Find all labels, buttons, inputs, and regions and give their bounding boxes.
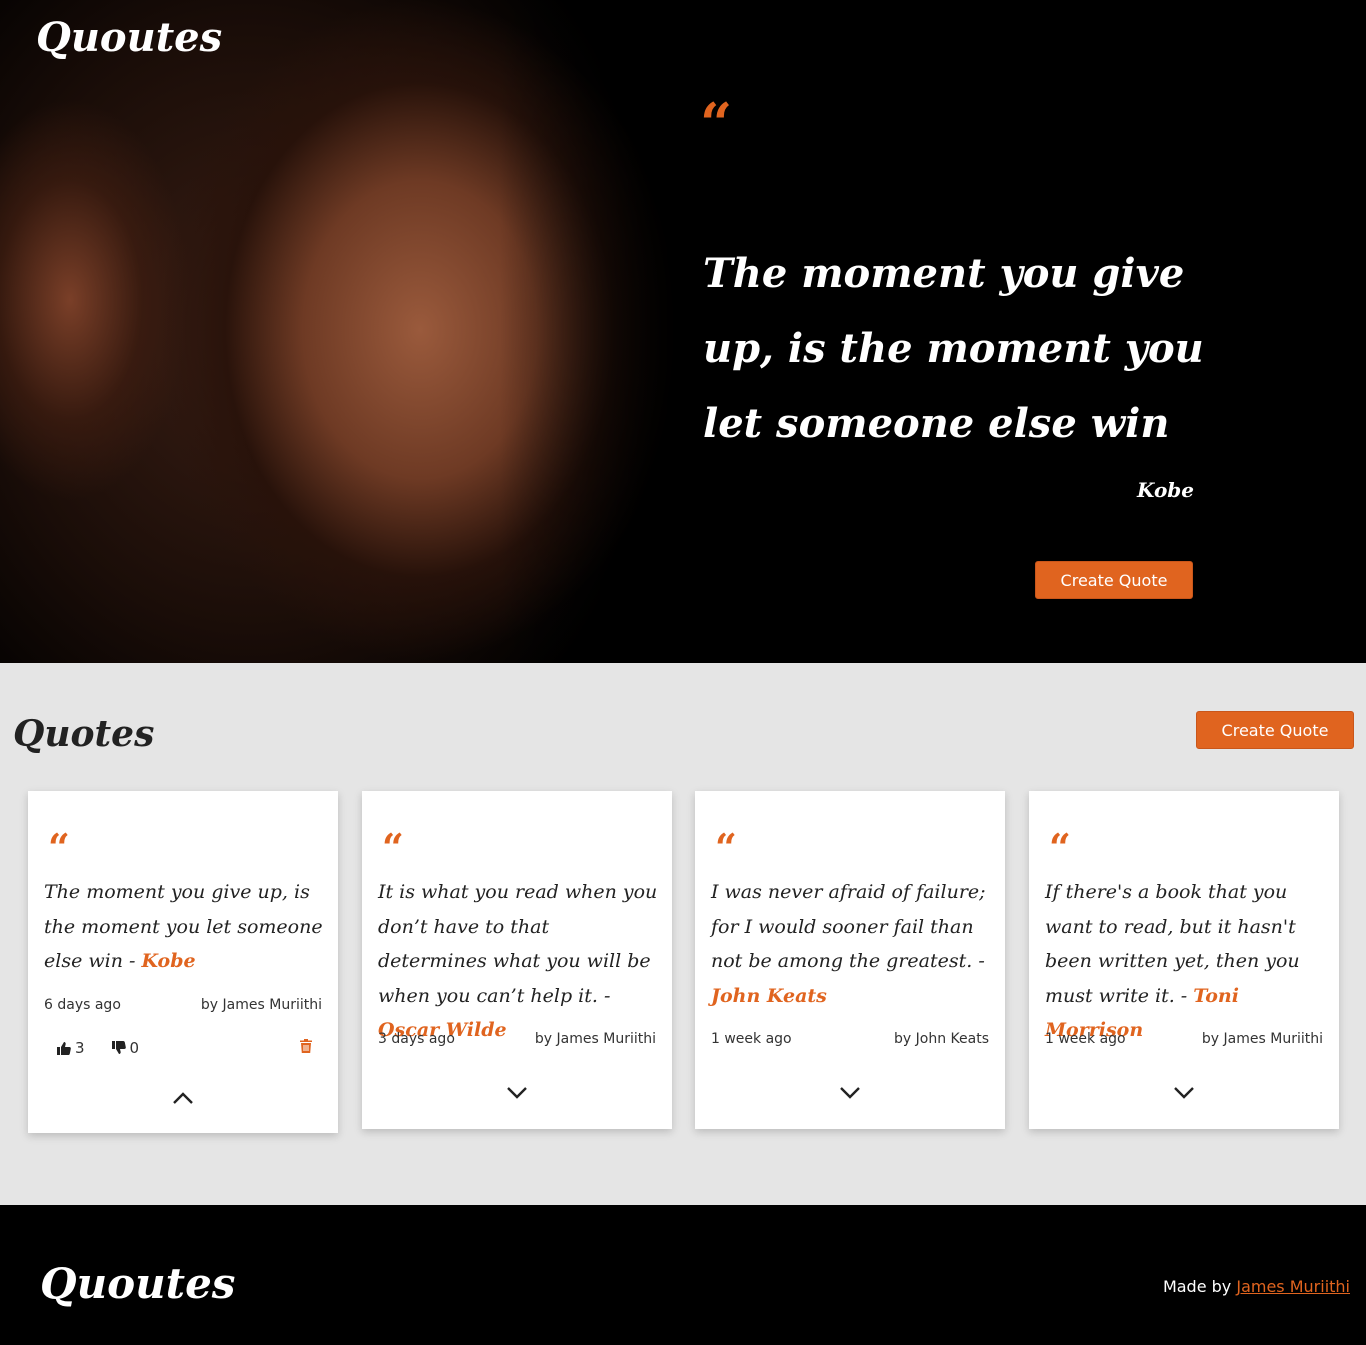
hero-banner: Quoutes “ The moment you give up, is the… [0,0,1366,663]
downvote-button[interactable]: 0 [111,1039,140,1057]
footer-credit: Made by James Muriithi [1163,1277,1350,1296]
quote-text: If there's a book that you want to read,… [1045,875,1329,1048]
quote-time: 1 week ago [711,1031,792,1047]
quote-card: “ I was never afraid of failure; for I w… [695,791,1005,1129]
quote-card: “ If there's a book that you want to rea… [1029,791,1339,1129]
quote-body: It is what you read when you don’t have … [378,881,658,1007]
quotes-section: Quotes Create Quote “ The moment you giv… [0,663,1366,1205]
delete-quote-button[interactable] [300,1039,312,1057]
chevron-up-icon[interactable] [171,1086,195,1110]
quote-mark-icon: “ [382,825,404,870]
chevron-down-icon[interactable] [838,1081,862,1105]
thumbs-down-icon [111,1041,126,1054]
chevron-down-icon[interactable] [1172,1081,1196,1105]
hero-portrait-image [0,0,700,663]
quote-submitter: by James Muriithi [200,997,322,1013]
quote-mark-icon: “ [48,825,70,870]
downvote-count: 0 [129,1039,140,1057]
quote-time: 6 days ago [44,997,121,1013]
site-footer: Quoutes Made by James Muriithi [0,1205,1366,1345]
upvote-count: 3 [75,1039,85,1057]
quote-card: “ The moment you give up, is the moment … [28,791,338,1133]
upvote-button[interactable]: 3 [56,1039,85,1057]
author-link[interactable]: James Muriithi [1236,1277,1350,1296]
featured-quote-author: Kobe [1137,478,1194,502]
footer-logo[interactable]: Quoutes [40,1259,235,1308]
quote-meta: 1 week ago by John Keats [711,1031,989,1047]
quote-card: “ It is what you read when you don’t hav… [362,791,672,1129]
quote-author: Kobe [141,950,196,972]
quote-submitter: by James Muriithi [1201,1031,1323,1047]
quote-text: It is what you read when you don’t have … [378,875,662,1048]
quote-author: John Keats [711,984,827,1007]
quote-actions: 3 0 [56,1039,312,1057]
quote-body: If there's a book that you want to read,… [1045,881,1300,1007]
quote-meta: 6 days ago by James Muriithi [44,997,322,1013]
quote-submitter: by John Keats [894,1031,989,1047]
quote-text: The moment you give up, is the moment yo… [44,875,328,979]
quote-body: I was never afraid of failure; for I wou… [711,881,986,972]
quote-mark-icon: “ [700,91,733,157]
hero-create-quote-button[interactable]: Create Quote [1035,561,1193,599]
quote-time: 1 week ago [1045,1031,1126,1047]
quote-time: 3 days ago [378,1031,455,1047]
quote-submitter: by James Muriithi [534,1031,656,1047]
quote-meta: 3 days ago by James Muriithi [378,1031,656,1047]
trash-icon [300,1039,312,1053]
thumbs-up-icon [57,1042,71,1055]
quote-mark-icon: “ [1049,825,1071,870]
quotes-heading: Quotes [13,713,155,755]
quote-mark-icon: “ [715,825,737,870]
chevron-down-icon[interactable] [505,1081,529,1105]
quote-text: I was never afraid of failure; for I wou… [711,875,995,1013]
site-logo[interactable]: Quoutes [36,14,222,61]
quote-meta: 1 week ago by James Muriithi [1045,1031,1323,1047]
featured-quote-text: The moment you give up, is the moment yo… [703,250,1204,447]
footer-credit-label: Made by [1162,1277,1237,1296]
create-quote-button[interactable]: Create Quote [1196,711,1354,749]
